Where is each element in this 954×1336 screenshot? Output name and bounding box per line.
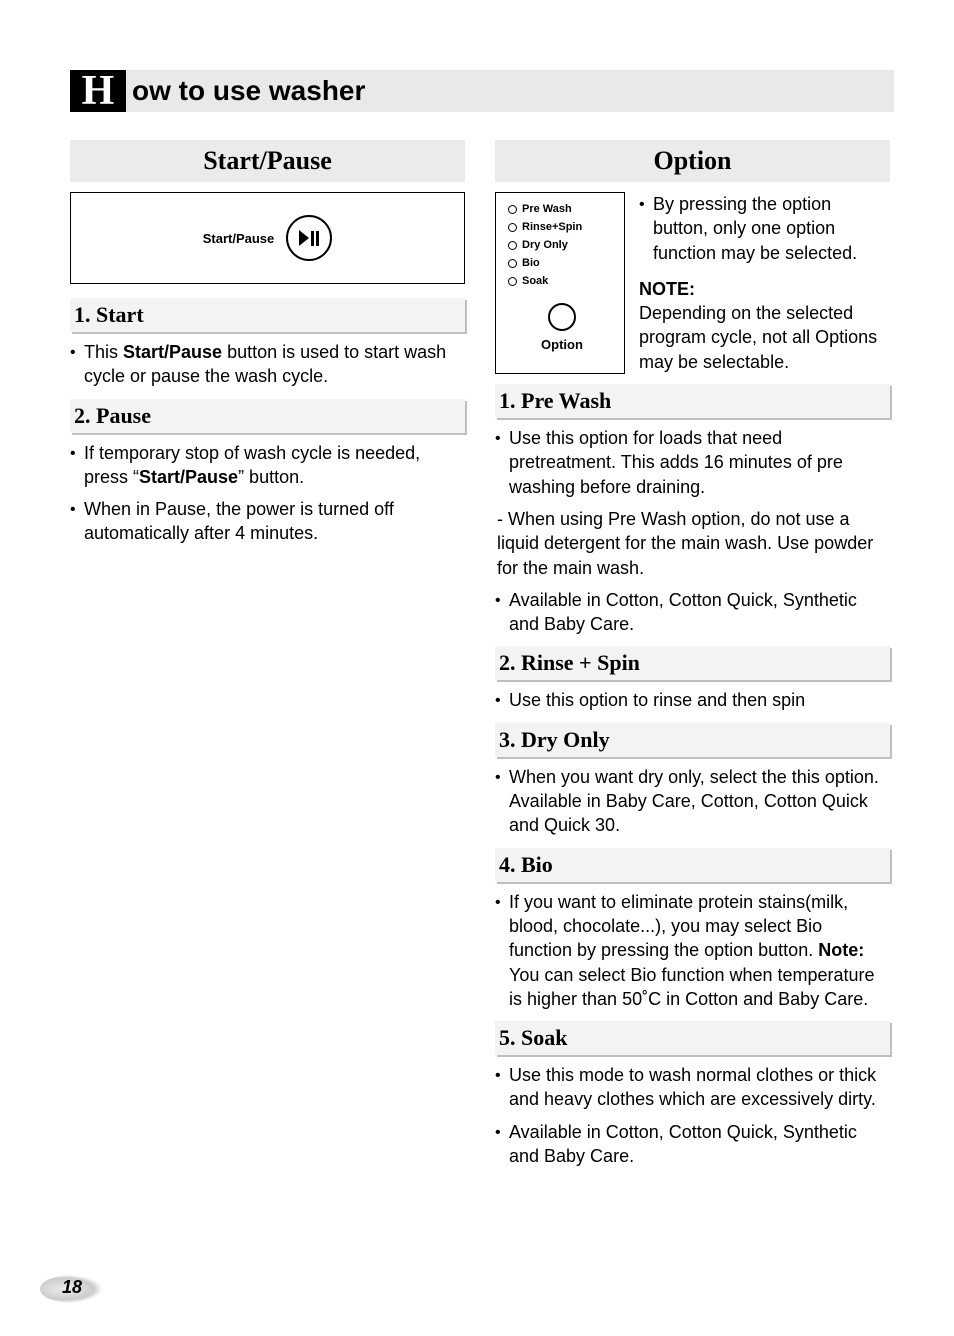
note-label: NOTE: <box>639 279 695 299</box>
option-led-rinsespin: Rinse+Spin <box>508 221 616 233</box>
option-button-label: Option <box>508 337 616 352</box>
start-bullet-1: • This Start/Pause button is used to sta… <box>70 340 465 389</box>
text-bold: Note: <box>818 940 864 960</box>
section-title-option: Option <box>495 140 890 182</box>
right-column: Option Pre Wash Rinse+Spin Dry Only Bio … <box>495 140 890 1176</box>
text: ” button. <box>238 467 304 487</box>
option-intro-bullet: • By pressing the option button, only on… <box>639 192 890 265</box>
subhead-prewash: 1. Pre Wash <box>495 384 890 418</box>
option-led-soak: Soak <box>508 275 616 287</box>
start-pause-label: Start/Pause <box>203 231 275 246</box>
text: You can select Bio function when tempera… <box>509 965 875 1009</box>
option-led-bio: Bio <box>508 257 616 269</box>
prewash-b1: •Use this option for loads that need pre… <box>495 426 890 499</box>
pause-bars-icon <box>311 231 319 246</box>
soak-b1: •Use this mode to wash normal clothes or… <box>495 1063 890 1112</box>
prewash-b2: •Available in Cotton, Cotton Quick, Synt… <box>495 588 890 637</box>
page-number: 18 <box>62 1277 82 1298</box>
text: When in Pause, the power is turned off a… <box>84 497 465 546</box>
pause-bullet-2: • When in Pause, the power is turned off… <box>70 497 465 546</box>
pause-bullet-1: • If temporary stop of wash cycle is nee… <box>70 441 465 490</box>
note-text: Depending on the selected program cycle,… <box>639 303 877 372</box>
option-button-icon <box>548 303 576 331</box>
play-triangle-icon <box>299 230 309 246</box>
option-led-dryonly: Dry Only <box>508 239 616 251</box>
page-title: H ow to use washer <box>70 70 894 112</box>
soak-b2: •Available in Cotton, Cotton Quick, Synt… <box>495 1120 890 1169</box>
option-diagram: Pre Wash Rinse+Spin Dry Only Bio Soak Op… <box>495 192 625 374</box>
option-note: NOTE: Depending on the selected program … <box>639 277 890 374</box>
rinsespin-b1: •Use this option to rinse and then spin <box>495 688 890 712</box>
section-title-start-pause: Start/Pause <box>70 140 465 182</box>
title-rest: ow to use washer <box>126 70 894 112</box>
subhead-bio: 4. Bio <box>495 848 890 882</box>
start-pause-diagram: Start/Pause <box>70 192 465 284</box>
subhead-pause: 2. Pause <box>70 399 465 433</box>
title-initial: H <box>70 70 126 112</box>
text: This <box>84 342 123 362</box>
text: If you want to eliminate protein stains(… <box>509 892 848 961</box>
left-column: Start/Pause Start/Pause 1. Start • This … <box>70 140 465 1176</box>
bio-b1: • If you want to eliminate protein stain… <box>495 890 890 1011</box>
play-pause-icon <box>286 215 332 261</box>
subhead-rinsespin: 2. Rinse + Spin <box>495 646 890 680</box>
prewash-dash: - When using Pre Wash option, do not use… <box>495 507 890 580</box>
text-bold: Start/Pause <box>123 342 222 362</box>
subhead-start: 1. Start <box>70 298 465 332</box>
subhead-soak: 5. Soak <box>495 1021 890 1055</box>
subhead-dryonly: 3. Dry Only <box>495 723 890 757</box>
text: By pressing the option button, only one … <box>653 192 890 265</box>
option-led-prewash: Pre Wash <box>508 203 616 215</box>
dryonly-b1: •When you want dry only, select the this… <box>495 765 890 838</box>
text-bold: Start/Pause <box>139 467 238 487</box>
